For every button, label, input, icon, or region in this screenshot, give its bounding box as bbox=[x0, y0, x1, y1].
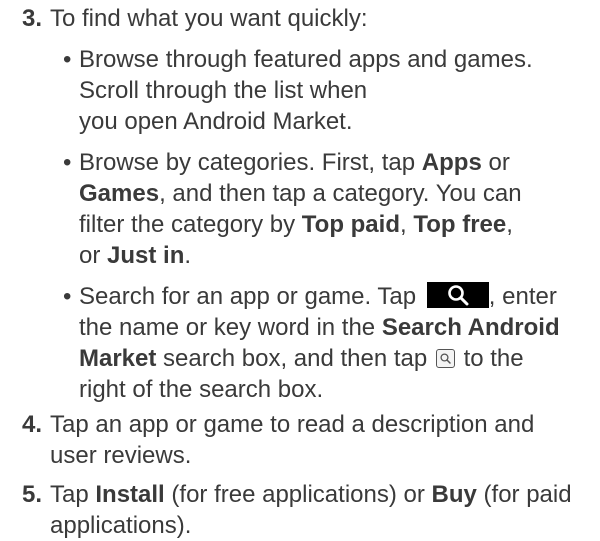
buy-label: Buy bbox=[431, 481, 477, 508]
search-button-icon bbox=[426, 282, 489, 308]
step-text: To find what you want quickly: bbox=[50, 5, 368, 32]
top-paid-label: Top paid bbox=[301, 211, 400, 238]
bullet-marker: • bbox=[63, 149, 72, 176]
step-number: 4. bbox=[22, 411, 43, 438]
bullet-text: Browse through featured apps and games. … bbox=[79, 46, 533, 135]
bullet-text: Search for an app or game. Tap , enter t… bbox=[79, 282, 560, 403]
step-number: 3. bbox=[22, 5, 43, 32]
instructions-document: 3. To find what you want quickly: • Brow… bbox=[0, 0, 600, 539]
search-android-label: Search Android bbox=[381, 314, 560, 341]
apps-label: Apps bbox=[421, 149, 482, 176]
bullet-marker: • bbox=[63, 283, 72, 310]
install-label: Install bbox=[95, 481, 165, 508]
top-free-label: Top free bbox=[413, 211, 507, 238]
bullet-marker: • bbox=[63, 46, 72, 73]
search-small-icon bbox=[435, 349, 455, 368]
step-number: 5. bbox=[22, 481, 43, 508]
market-label: Market bbox=[79, 345, 157, 372]
bullet-text: Browse by categories. First, tap Apps or… bbox=[79, 149, 522, 269]
step-text: Tap an app or game to read a description… bbox=[50, 411, 535, 469]
games-label: Games bbox=[79, 180, 160, 207]
step-text: Tap Install (for free applications) or B… bbox=[50, 481, 572, 539]
just-in-label: Just in bbox=[107, 242, 185, 269]
